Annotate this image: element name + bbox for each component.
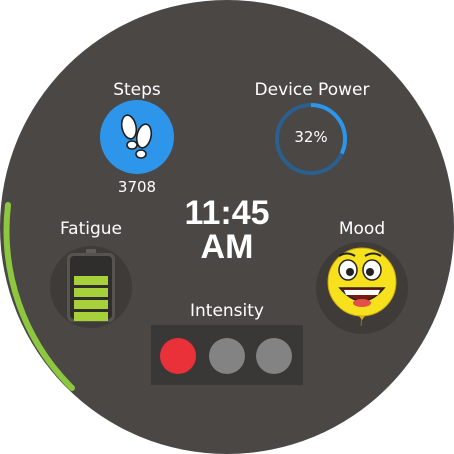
battery-segment: [74, 300, 108, 309]
intensity-label: Intensity: [190, 301, 264, 321]
mood-label: Mood: [338, 219, 386, 239]
battery-segment: [74, 276, 108, 285]
fatigue-label: Fatigue: [59, 219, 123, 239]
fatigue-button[interactable]: [50, 246, 132, 328]
intensity-level-2: [209, 338, 245, 374]
battery-icon: [67, 249, 115, 322]
device-power-label: Device Power: [254, 80, 370, 100]
intensity-level-3: [256, 338, 292, 374]
steps-button[interactable]: [100, 100, 174, 174]
smiley-face-icon: [327, 247, 397, 327]
clock: 11:45 AM: [152, 196, 302, 264]
intensity-level-1: [160, 338, 196, 374]
watch-face: Steps 3708 Device Power 32% 11:45 AM Fat…: [0, 0, 454, 454]
footprints-icon: [120, 114, 153, 159]
device-power-value: 32%: [294, 128, 328, 146]
clock-time: 11:45: [184, 194, 270, 232]
steps-value: 3708: [117, 178, 157, 196]
steps-label: Steps: [113, 80, 161, 100]
battery-segment: [74, 288, 108, 297]
battery-segment: [74, 312, 108, 321]
clock-ampm: AM: [200, 228, 254, 266]
mood-button[interactable]: [316, 242, 408, 334]
